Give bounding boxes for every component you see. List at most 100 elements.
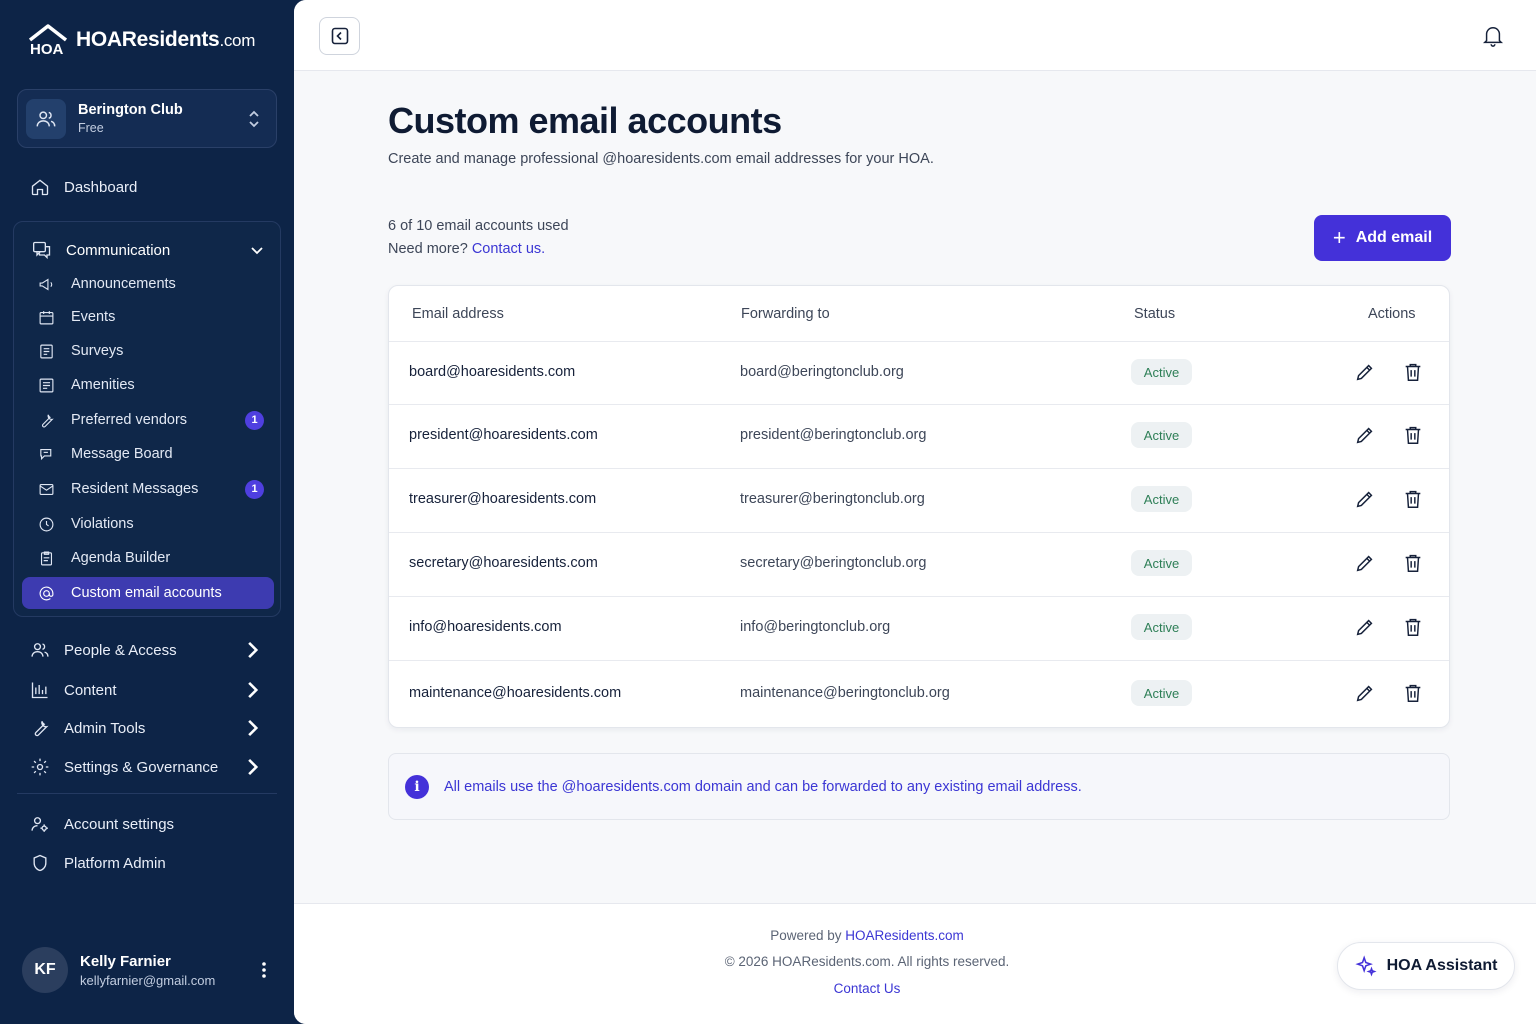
sidebar-item-label: Message Board xyxy=(71,446,173,462)
users-icon xyxy=(36,110,56,126)
megaphone-icon xyxy=(39,278,53,290)
sidebar-item-label: Preferred vendors xyxy=(71,412,188,428)
notification-badge: 1 xyxy=(245,410,264,430)
sidebar-item-label: Surveys xyxy=(71,343,124,359)
nav-dashboard[interactable]: Dashboard xyxy=(30,177,137,197)
email-accounts-table: Email address Forwarding to Status Actio… xyxy=(388,285,1450,728)
sidebar-item-resident-messages[interactable]: Resident Messages 1 xyxy=(36,473,274,505)
column-header-status: Status xyxy=(1134,306,1176,322)
info-notice: i All emails use the @hoaresidents.com d… xyxy=(388,753,1450,820)
sidebar-divider xyxy=(17,793,277,794)
table-row: maintenance@hoaresidents.com maintenance… xyxy=(389,660,1449,727)
table-row: info@hoaresidents.com info@beringtonclub… xyxy=(389,596,1449,660)
sidebar-item-surveys[interactable]: Surveys xyxy=(36,335,274,367)
powered-by-link[interactable]: HOAResidents.com xyxy=(845,928,964,943)
sidebar-item-custom-email-accounts[interactable]: Custom email accounts xyxy=(22,577,274,609)
org-plan: Free xyxy=(78,121,104,135)
section-label: Admin Tools xyxy=(64,719,146,737)
sidebar-item-message-board[interactable]: Message Board xyxy=(36,438,274,470)
trash-icon[interactable] xyxy=(1402,616,1424,638)
hoa-assistant-button[interactable]: HOA Assistant xyxy=(1337,942,1515,990)
edit-icon[interactable] xyxy=(1354,488,1376,510)
need-more-text: Need more? xyxy=(388,241,468,257)
top-bar xyxy=(294,0,1536,71)
brand-logo[interactable]: HOA HOAResidents.com xyxy=(26,22,255,58)
trash-icon[interactable] xyxy=(1402,488,1424,510)
edit-icon[interactable] xyxy=(1354,682,1376,704)
bell-icon[interactable] xyxy=(1482,24,1504,48)
sidebar-item-admin-tools[interactable]: Admin Tools xyxy=(30,718,262,738)
chevron-right-icon xyxy=(248,641,259,659)
hoa-assistant-label: HOA Assistant xyxy=(1386,957,1498,974)
sidebar-item-events[interactable]: Events xyxy=(36,301,274,333)
status-badge: Active xyxy=(1131,486,1192,512)
at-icon xyxy=(39,586,54,600)
chat-icon xyxy=(40,448,52,460)
email-cell: treasurer@hoaresidents.com xyxy=(409,491,597,507)
add-email-button[interactable]: + Add email xyxy=(1314,215,1451,261)
copyright-text: © 2026 HOAResidents.com. All rights rese… xyxy=(724,954,1010,969)
trash-icon[interactable] xyxy=(1402,424,1424,446)
kebab-menu-icon[interactable] xyxy=(256,960,272,980)
sidebar-item-people-access[interactable]: People & Access xyxy=(30,640,262,660)
calendar-icon xyxy=(39,310,54,324)
forwarding-cell: treasurer@beringtonclub.org xyxy=(740,491,925,507)
sidebar-item-agenda-builder[interactable]: Agenda Builder xyxy=(36,542,274,574)
edit-icon[interactable] xyxy=(1354,424,1376,446)
house-logo-icon: HOA xyxy=(28,24,68,58)
info-icon: i xyxy=(405,774,429,799)
edit-icon[interactable] xyxy=(1354,361,1376,383)
edit-icon[interactable] xyxy=(1354,552,1376,574)
column-header-email: Email address xyxy=(412,306,504,322)
forwarding-cell: board@beringtonclub.org xyxy=(740,364,904,380)
add-email-label: Add email xyxy=(1355,229,1433,246)
collapse-sidebar-button[interactable] xyxy=(319,17,360,55)
main-content: Custom email accounts Create and manage … xyxy=(294,0,1536,1024)
wrench-icon xyxy=(34,721,49,737)
sidebar-item-label: Agenda Builder xyxy=(71,550,171,566)
survey-icon xyxy=(40,344,53,358)
edit-icon[interactable] xyxy=(1354,616,1376,638)
forwarding-cell: maintenance@beringtonclub.org xyxy=(740,685,950,701)
user-email: kellyfarnier@gmail.com xyxy=(80,972,216,988)
sidebar-item-announcements[interactable]: Announcements xyxy=(36,268,274,300)
nav-dashboard-label: Dashboard xyxy=(64,178,138,196)
forwarding-cell: secretary@beringtonclub.org xyxy=(740,555,927,571)
table-row: secretary@hoaresidents.com secretary@ber… xyxy=(389,532,1449,596)
contact-us-link[interactable]: Contact us. xyxy=(472,241,545,257)
user-profile[interactable]: KF Kelly Farnier kellyfarnier@gmail.com xyxy=(22,946,272,994)
trash-icon[interactable] xyxy=(1402,552,1424,574)
trash-icon[interactable] xyxy=(1402,361,1424,383)
sidebar-item-label: Amenities xyxy=(71,377,135,393)
chevron-right-icon xyxy=(248,719,259,737)
amenities-icon xyxy=(39,378,54,392)
sidebar-item-label: Violations xyxy=(71,516,134,532)
clock-icon xyxy=(39,517,54,531)
org-name: Berington Club xyxy=(78,102,183,118)
status-badge: Active xyxy=(1131,422,1192,448)
chevron-right-icon xyxy=(248,758,259,776)
sidebar-item-content[interactable]: Content xyxy=(30,680,262,700)
user-name: Kelly Farnier xyxy=(80,952,171,970)
org-switcher[interactable]: Berington Club Free xyxy=(17,89,277,148)
table-row: president@hoaresidents.com president@ber… xyxy=(389,404,1449,468)
nav-platform-admin[interactable]: Platform Admin xyxy=(30,853,166,873)
sidebar-item-settings-governance[interactable]: Settings & Governance xyxy=(30,757,262,777)
footer-contact-link[interactable]: Contact Us xyxy=(834,981,901,996)
svg-text:HOA: HOA xyxy=(30,41,64,58)
notification-badge: 1 xyxy=(245,479,264,499)
mail-icon xyxy=(39,483,54,495)
email-cell: president@hoaresidents.com xyxy=(409,427,598,443)
brand-name: HOAResidents xyxy=(76,28,220,51)
powered-by-text: Powered by xyxy=(770,928,842,943)
chevron-down-icon xyxy=(251,247,263,255)
shield-icon xyxy=(33,854,47,872)
trash-icon[interactable] xyxy=(1402,682,1424,704)
sidebar-item-violations[interactable]: Violations xyxy=(36,508,274,540)
sidebar-item-amenities[interactable]: Amenities xyxy=(36,369,274,401)
nav-account-settings[interactable]: Account settings xyxy=(30,814,174,834)
sidebar-item-preferred-vendors[interactable]: Preferred vendors 1 xyxy=(36,404,274,436)
communication-toggle[interactable]: Communication xyxy=(32,240,264,260)
gear-icon xyxy=(31,758,49,776)
bar-chart-icon xyxy=(31,682,48,699)
